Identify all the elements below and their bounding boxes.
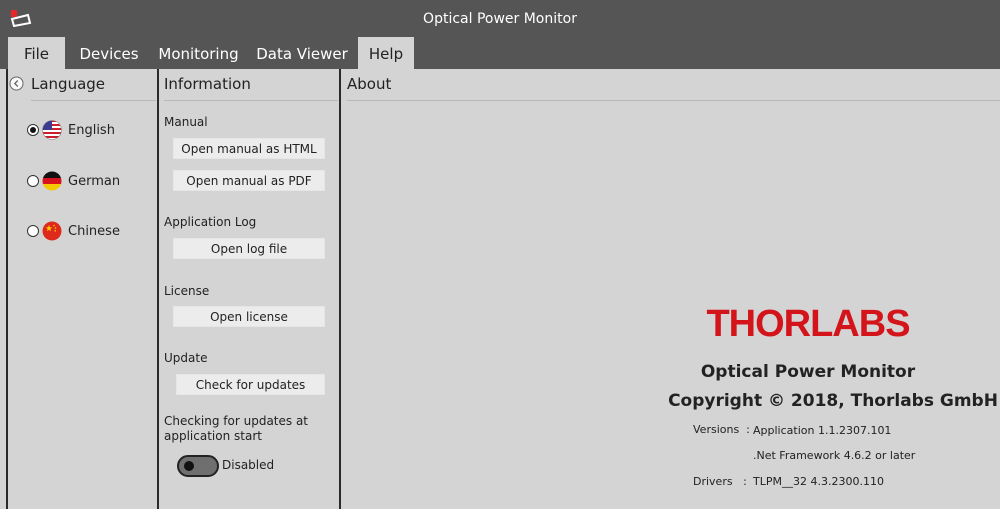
left-border <box>6 69 8 509</box>
radio-english[interactable] <box>27 124 39 136</box>
application-log-label: Application Log <box>164 215 257 229</box>
menu-file[interactable]: File <box>8 37 65 69</box>
versions-label: Versions : <box>693 423 750 436</box>
application-version: Application 1.1.2307.101 <box>753 424 892 437</box>
window-title: Optical Power Monitor <box>423 11 577 27</box>
license-label: License <box>164 284 210 298</box>
open-log-file-button[interactable]: Open log file <box>173 238 325 259</box>
menu-data-viewer[interactable]: Data Viewer <box>251 37 353 69</box>
open-manual-pdf-button[interactable]: Open manual as PDF <box>173 170 325 191</box>
divider-language-information <box>157 69 159 509</box>
information-header: Information <box>164 69 338 101</box>
language-label-chinese: Chinese <box>68 223 120 239</box>
menu-devices[interactable]: Devices <box>72 37 146 69</box>
drivers-label: Drivers : <box>693 475 747 488</box>
us-flag-icon <box>42 120 62 140</box>
startup-update-check-label: Checking for updates at application star… <box>164 414 309 443</box>
framework-version: .Net Framework 4.6.2 or later <box>753 449 916 462</box>
language-option-english[interactable]: English <box>27 119 115 141</box>
toggle-state-label: Disabled <box>222 458 275 472</box>
language-option-german[interactable]: German <box>27 170 120 192</box>
menu-bar: File Devices Monitoring Data Viewer Help <box>0 37 1000 69</box>
language-label-english: English <box>68 122 115 138</box>
menu-monitoring[interactable]: Monitoring <box>152 37 245 69</box>
svg-text:THORLABS: THORLABS <box>706 303 909 342</box>
open-license-button[interactable]: Open license <box>173 306 325 327</box>
copyright-text: Copyright © 2018, Thorlabs GmbH <box>668 391 998 411</box>
collapse-back-icon[interactable] <box>9 76 24 91</box>
menu-help[interactable]: Help <box>358 37 414 69</box>
de-flag-icon <box>42 171 62 191</box>
language-label-german: German <box>68 173 121 189</box>
manual-label: Manual <box>164 115 208 129</box>
language-header: Language <box>31 69 156 101</box>
open-manual-html-button[interactable]: Open manual as HTML <box>173 138 325 159</box>
driver-version: TLPM__32 4.3.2300.110 <box>753 475 884 488</box>
cn-flag-icon <box>42 221 62 241</box>
thorlabs-logo: THORLABS <box>706 303 910 342</box>
about-header: About <box>347 69 1000 101</box>
startup-update-toggle[interactable] <box>177 455 219 477</box>
radio-german[interactable] <box>27 175 39 187</box>
title-bar: Optical Power Monitor <box>0 0 1000 37</box>
product-name: Optical Power Monitor <box>700 362 916 382</box>
language-option-chinese[interactable]: Chinese <box>27 220 120 242</box>
toggle-knob <box>184 461 194 471</box>
radio-chinese[interactable] <box>27 225 39 237</box>
divider-information-about <box>339 69 341 509</box>
